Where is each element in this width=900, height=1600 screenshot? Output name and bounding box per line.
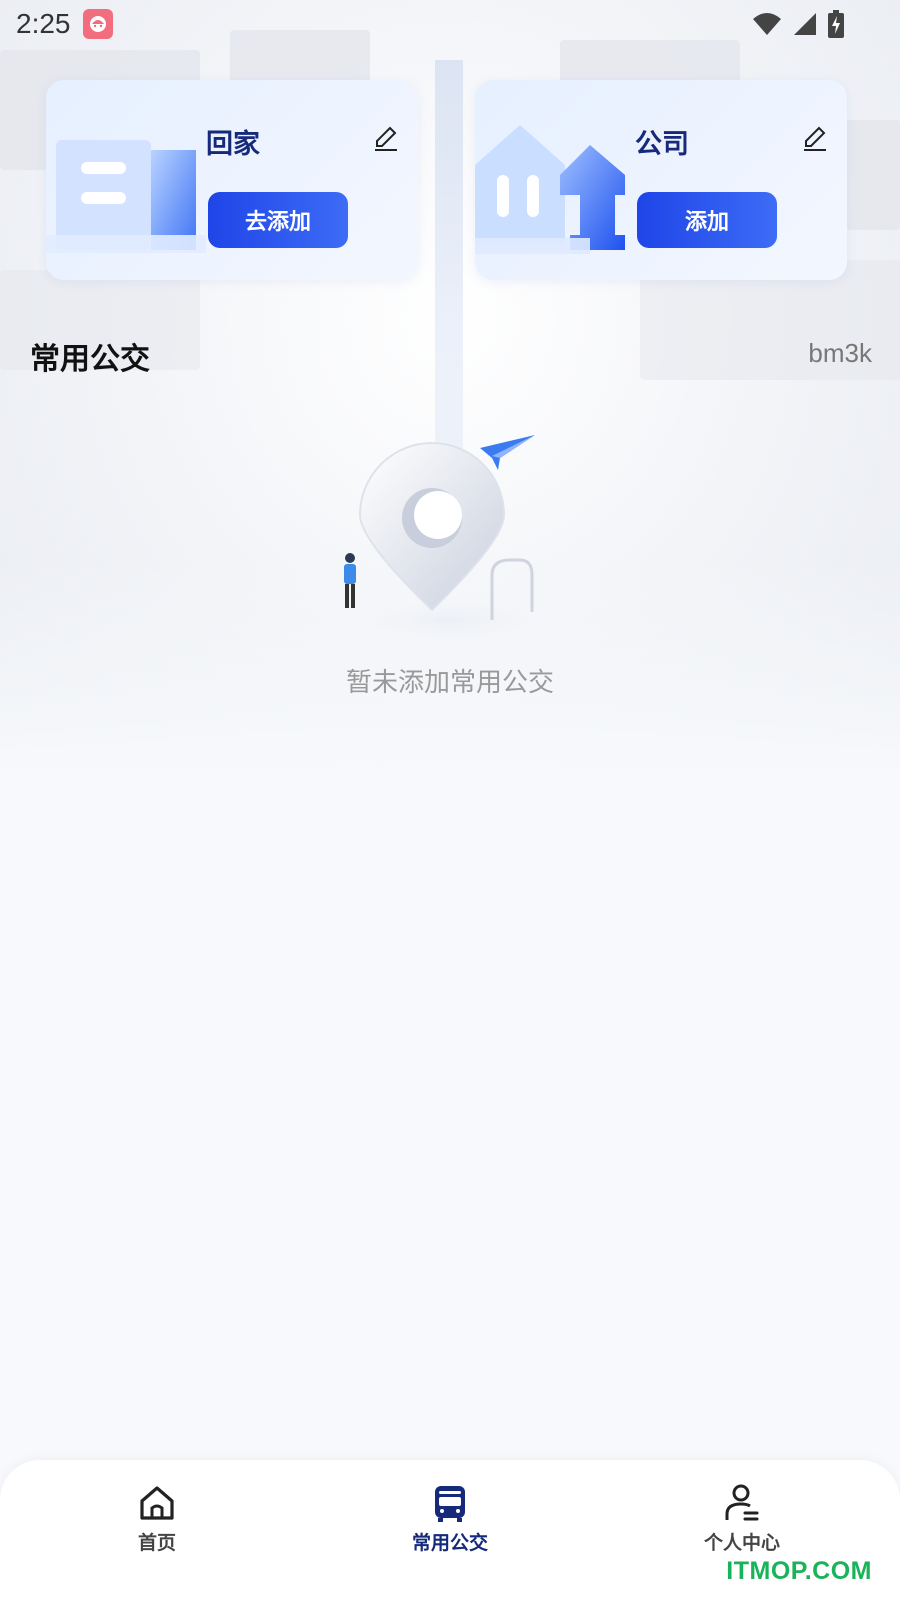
home-card[interactable]: 回家 去添加 <box>46 80 418 280</box>
section-right-text: bm3k <box>808 338 872 368</box>
status-bar: 2:25 <box>0 0 900 48</box>
battery-icon <box>828 10 844 38</box>
status-time: 2:25 <box>16 8 71 39</box>
home-add-button[interactable]: 去添加 <box>208 192 348 248</box>
home-building-icon <box>46 140 206 253</box>
company-add-button[interactable]: 添加 <box>637 192 777 248</box>
bus-icon <box>435 1486 465 1522</box>
empty-location-pin-icon <box>320 435 580 650</box>
nav-item-bus[interactable]: 常用公交 <box>380 1482 520 1562</box>
signal-icon <box>794 13 816 35</box>
app-notification-icon <box>82 9 113 39</box>
company-building-icon <box>475 125 625 254</box>
user-icon <box>725 1484 759 1521</box>
nav-item-profile[interactable]: 个人中心 <box>672 1482 812 1562</box>
home-icon <box>140 1486 174 1520</box>
company-card-title: 公司 <box>635 129 689 160</box>
nav-item-home[interactable]: 首页 <box>87 1482 227 1562</box>
nav-label-bus: 常用公交 <box>411 1532 488 1554</box>
home-card-title: 回家 <box>206 129 260 160</box>
edit-icon[interactable] <box>372 124 400 152</box>
nav-label-profile: 个人中心 <box>703 1532 780 1554</box>
company-card[interactable]: 公司 添加 <box>475 80 847 280</box>
wifi-icon <box>753 13 781 35</box>
edit-icon[interactable] <box>801 124 829 152</box>
empty-message: 暂未添加常用公交 <box>345 668 554 698</box>
watermark: ITMOP.COM <box>726 1557 872 1585</box>
nav-label-home: 首页 <box>137 1532 176 1554</box>
section-title: 常用公交 <box>30 342 150 377</box>
